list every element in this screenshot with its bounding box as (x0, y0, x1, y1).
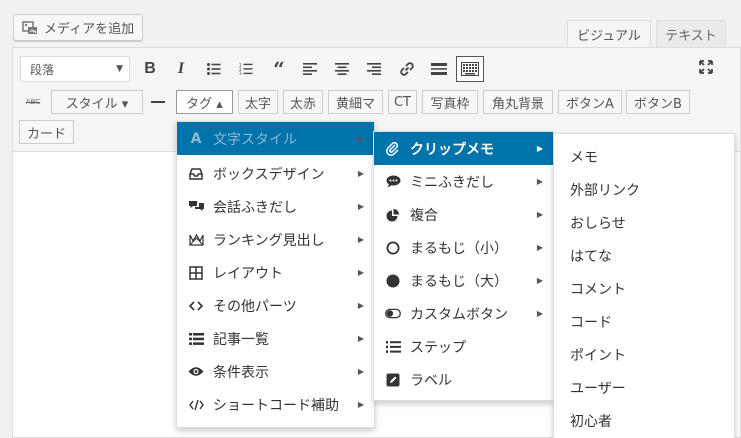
menu-item-shortcode[interactable]: ショートコード補助 ▶ (177, 388, 374, 421)
menu-item-code[interactable]: コード (554, 305, 734, 338)
menu-item-label[interactable]: ラベル (374, 363, 553, 396)
menu-item-conditional[interactable]: 条件表示 ▶ (177, 355, 374, 388)
numbered-list-icon (385, 339, 401, 355)
bold-icon[interactable]: B (139, 58, 161, 80)
chevron-right-icon: ▶ (357, 334, 364, 343)
comments-icon (188, 199, 204, 215)
btn-rounded-bg[interactable]: 角丸背景 (483, 90, 553, 114)
menu-item-article-list[interactable]: 記事一覧 ▶ (177, 322, 374, 355)
numbered-list-icon[interactable]: 123 (235, 58, 257, 80)
menu-item-clip-memo[interactable]: クリップメモ ▶ (374, 132, 553, 165)
tab-text[interactable]: テキスト (656, 20, 726, 48)
toolbar-toggle-icon[interactable] (456, 56, 484, 82)
menu-item-circle-large[interactable]: まるもじ（大） ▶ (374, 264, 553, 297)
add-media-button[interactable]: メディアを追加 (13, 14, 143, 41)
menu-item-circle-small[interactable]: まるもじ（小） ▶ (374, 231, 553, 264)
edit-icon (385, 372, 401, 388)
menu-item-beginner[interactable]: 初心者 (554, 404, 734, 437)
pie-icon (385, 207, 401, 223)
chevron-right-icon: ▶ (536, 243, 543, 252)
menu-item-step[interactable]: ステップ (374, 330, 553, 363)
media-icon (22, 20, 38, 35)
text-icon: A (190, 130, 202, 147)
toggle-icon (385, 306, 401, 322)
format-select-value: 段落 (30, 62, 55, 77)
tag-dropdown[interactable]: タグ ▴ (176, 90, 233, 114)
chevron-right-icon: ▶ (357, 367, 364, 376)
menu-item-other-parts[interactable]: その他パーツ ▶ (177, 289, 374, 322)
btn-yellow-marker[interactable]: 黄細マ (328, 90, 383, 114)
menu-item-comment[interactable]: コメント (554, 272, 734, 305)
menu-item-text-style[interactable]: A 文字スタイル ▶ (177, 122, 374, 155)
read-more-icon[interactable] (428, 58, 450, 80)
comment-dots-icon (385, 174, 401, 190)
btn-button-b[interactable]: ボタンB (626, 90, 690, 114)
chevron-right-icon: ▶ (357, 400, 364, 409)
style-dropdown[interactable]: スタイル ▾ (51, 90, 143, 114)
chevron-right-icon: ▶ (536, 210, 543, 219)
chevron-right-icon: ▶ (536, 144, 543, 153)
list-icon (188, 331, 204, 347)
btn-bold-ja[interactable]: 太字 (238, 90, 278, 114)
blockquote-icon[interactable]: “ (268, 57, 290, 81)
menu-item-memo[interactable]: メモ (554, 140, 734, 173)
tab-visual[interactable]: ビジュアル (567, 20, 651, 48)
paperclip-icon (385, 141, 401, 157)
menu-item-box-design[interactable]: ボックスデザイン ▶ (177, 157, 374, 190)
btn-ct[interactable]: CT (388, 90, 417, 114)
menu-item-question[interactable]: はてな (554, 239, 734, 272)
bullet-list-icon[interactable] (203, 58, 225, 80)
code-icon (188, 298, 204, 314)
italic-icon[interactable]: I (170, 58, 192, 80)
chevron-right-icon: ▶ (357, 301, 364, 310)
menu-item-custom-button[interactable]: カスタムボタン ▶ (374, 297, 553, 330)
circle-filled-icon (385, 273, 401, 289)
menu-item-notice[interactable]: おしらせ (554, 206, 734, 239)
chevron-right-icon: ▶ (357, 202, 364, 211)
menu-item-speech-bubble[interactable]: 会話ふきだし ▶ (177, 190, 374, 223)
menu-item-point[interactable]: ポイント (554, 338, 734, 371)
svg-text:3: 3 (239, 71, 242, 75)
box-design-menu: クリップメモ ▶ ミニふきだし ▶ 複合 ▶ まるもじ（小） ▶ まるもじ（大）… (373, 131, 554, 401)
strikethrough-icon[interactable]: ABC (21, 91, 45, 113)
tag-menu: A 文字スタイル ▶ ボックスデザイン ▶ 会話ふきだし ▶ ランキング見出し … (176, 121, 375, 428)
chevron-right-icon: ▶ (357, 134, 364, 143)
chevron-right-icon: ▶ (357, 268, 364, 277)
menu-item-mini-bubble[interactable]: ミニふきだし ▶ (374, 165, 553, 198)
circle-outline-icon (385, 240, 401, 256)
code-slash-icon (188, 397, 204, 413)
link-icon[interactable] (396, 58, 418, 80)
eye-icon (188, 364, 204, 380)
chevron-right-icon: ▶ (536, 309, 543, 318)
add-media-label: メディアを追加 (44, 22, 135, 37)
chevron-right-icon: ▶ (357, 169, 364, 178)
align-right-icon[interactable] (363, 58, 385, 80)
horizontal-rule-icon[interactable] (147, 91, 169, 113)
format-select[interactable]: 段落 ▼ (20, 56, 130, 82)
align-left-icon[interactable] (299, 58, 321, 80)
btn-card[interactable]: カード (19, 120, 74, 144)
chevron-right-icon: ▶ (536, 177, 543, 186)
align-center-icon[interactable] (331, 58, 353, 80)
grid-icon (188, 265, 204, 281)
chevron-down-icon: ▼ (116, 64, 123, 74)
btn-button-a[interactable]: ボタンA (558, 90, 622, 114)
btn-photo-frame[interactable]: 写真枠 (422, 90, 478, 114)
btn-bold-red[interactable]: 太赤 (283, 90, 323, 114)
menu-item-layout[interactable]: レイアウト ▶ (177, 256, 374, 289)
inbox-icon (188, 166, 204, 182)
fullscreen-icon[interactable] (695, 56, 717, 78)
menu-item-external-link[interactable]: 外部リンク (554, 173, 734, 206)
menu-item-composite[interactable]: 複合 ▶ (374, 198, 553, 231)
menu-item-ranking-heading[interactable]: ランキング見出し ▶ (177, 223, 374, 256)
chevron-right-icon: ▶ (536, 276, 543, 285)
clip-memo-menu: メモ 外部リンク おしらせ はてな コメント コード ポイント ユーザー 初心者 (553, 133, 735, 438)
menu-item-user[interactable]: ユーザー (554, 371, 734, 404)
chevron-right-icon: ▶ (357, 235, 364, 244)
crown-icon (188, 232, 204, 248)
